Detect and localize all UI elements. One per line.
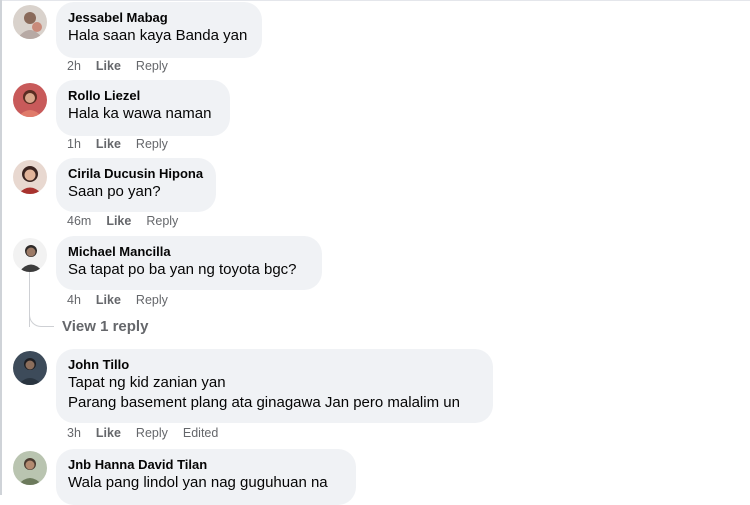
thread-connector [29,310,54,327]
avatar[interactable] [13,451,47,485]
comment-text: Saan po yan? [68,183,161,200]
comment-author[interactable]: John Tillo [68,356,481,373]
comment-actions: 46m Like Reply [67,214,193,228]
comment-time[interactable]: 4h [67,293,81,307]
reply-button[interactable]: Reply [136,59,168,73]
like-button[interactable]: Like [96,426,121,440]
comment-bubble: Michael Mancilla Sa tapat po ba yan ng t… [56,236,322,290]
comment-time[interactable]: 1h [67,137,81,151]
comment-bubble: John Tillo Tapat ng kid zanian yan Paran… [56,349,493,423]
comment-author[interactable]: Michael Mancilla [68,243,310,260]
reply-button[interactable]: Reply [136,426,168,440]
reply-button[interactable]: Reply [136,137,168,151]
comment-text: Hala ka wawa naman [68,105,212,122]
comment-bubble: Jnb Hanna David Tilan Wala pang lindol y… [56,449,356,505]
comment-bubble: Rollo Liezel Hala ka wawa naman [56,80,230,136]
comment-bubble: Cirila Ducusin Hipona Saan po yan? [56,158,216,212]
comment-author[interactable]: Cirila Ducusin Hipona [68,165,204,182]
reply-button[interactable]: Reply [146,214,178,228]
avatar[interactable] [13,5,47,39]
like-button[interactable]: Like [96,293,121,307]
comment-actions: 4h Like Reply [67,293,183,307]
frame-top-border [0,0,750,1]
avatar[interactable] [13,160,47,194]
view-replies-link[interactable]: View 1 reply [62,318,148,335]
comment-time[interactable]: 3h [67,426,81,440]
comment-bubble: Jessabel Mabag Hala saan kaya Banda yan [56,2,262,58]
comment-text: Wala pang lindol yan nag guguhuan na [68,474,328,491]
like-button[interactable]: Like [106,214,131,228]
comment-actions: 2h Like Reply [67,59,183,73]
comment-text: Tapat ng kid zanian yan [68,374,226,391]
reply-button[interactable]: Reply [136,293,168,307]
comment-text: Parang basement plang ata ginagawa Jan p… [68,394,460,411]
comment-author[interactable]: Jnb Hanna David Tilan [68,456,344,473]
comment-actions: 1h Like Reply [67,137,183,151]
frame-left-border [0,0,2,495]
comment-actions: 3h Like Reply Edited [67,426,233,440]
comment-time[interactable]: 46m [67,214,91,228]
comment-author[interactable]: Jessabel Mabag [68,9,250,26]
avatar[interactable] [13,238,47,272]
comment-author[interactable]: Rollo Liezel [68,87,218,104]
avatar[interactable] [13,351,47,385]
comment-time[interactable]: 2h [67,59,81,73]
edited-label: Edited [182,426,219,440]
avatar[interactable] [13,83,47,117]
like-button[interactable]: Like [96,137,121,151]
comment-text: Hala saan kaya Banda yan [68,27,248,44]
comment-text: Sa tapat po ba yan ng toyota bgc? [68,261,297,278]
like-button[interactable]: Like [96,59,121,73]
